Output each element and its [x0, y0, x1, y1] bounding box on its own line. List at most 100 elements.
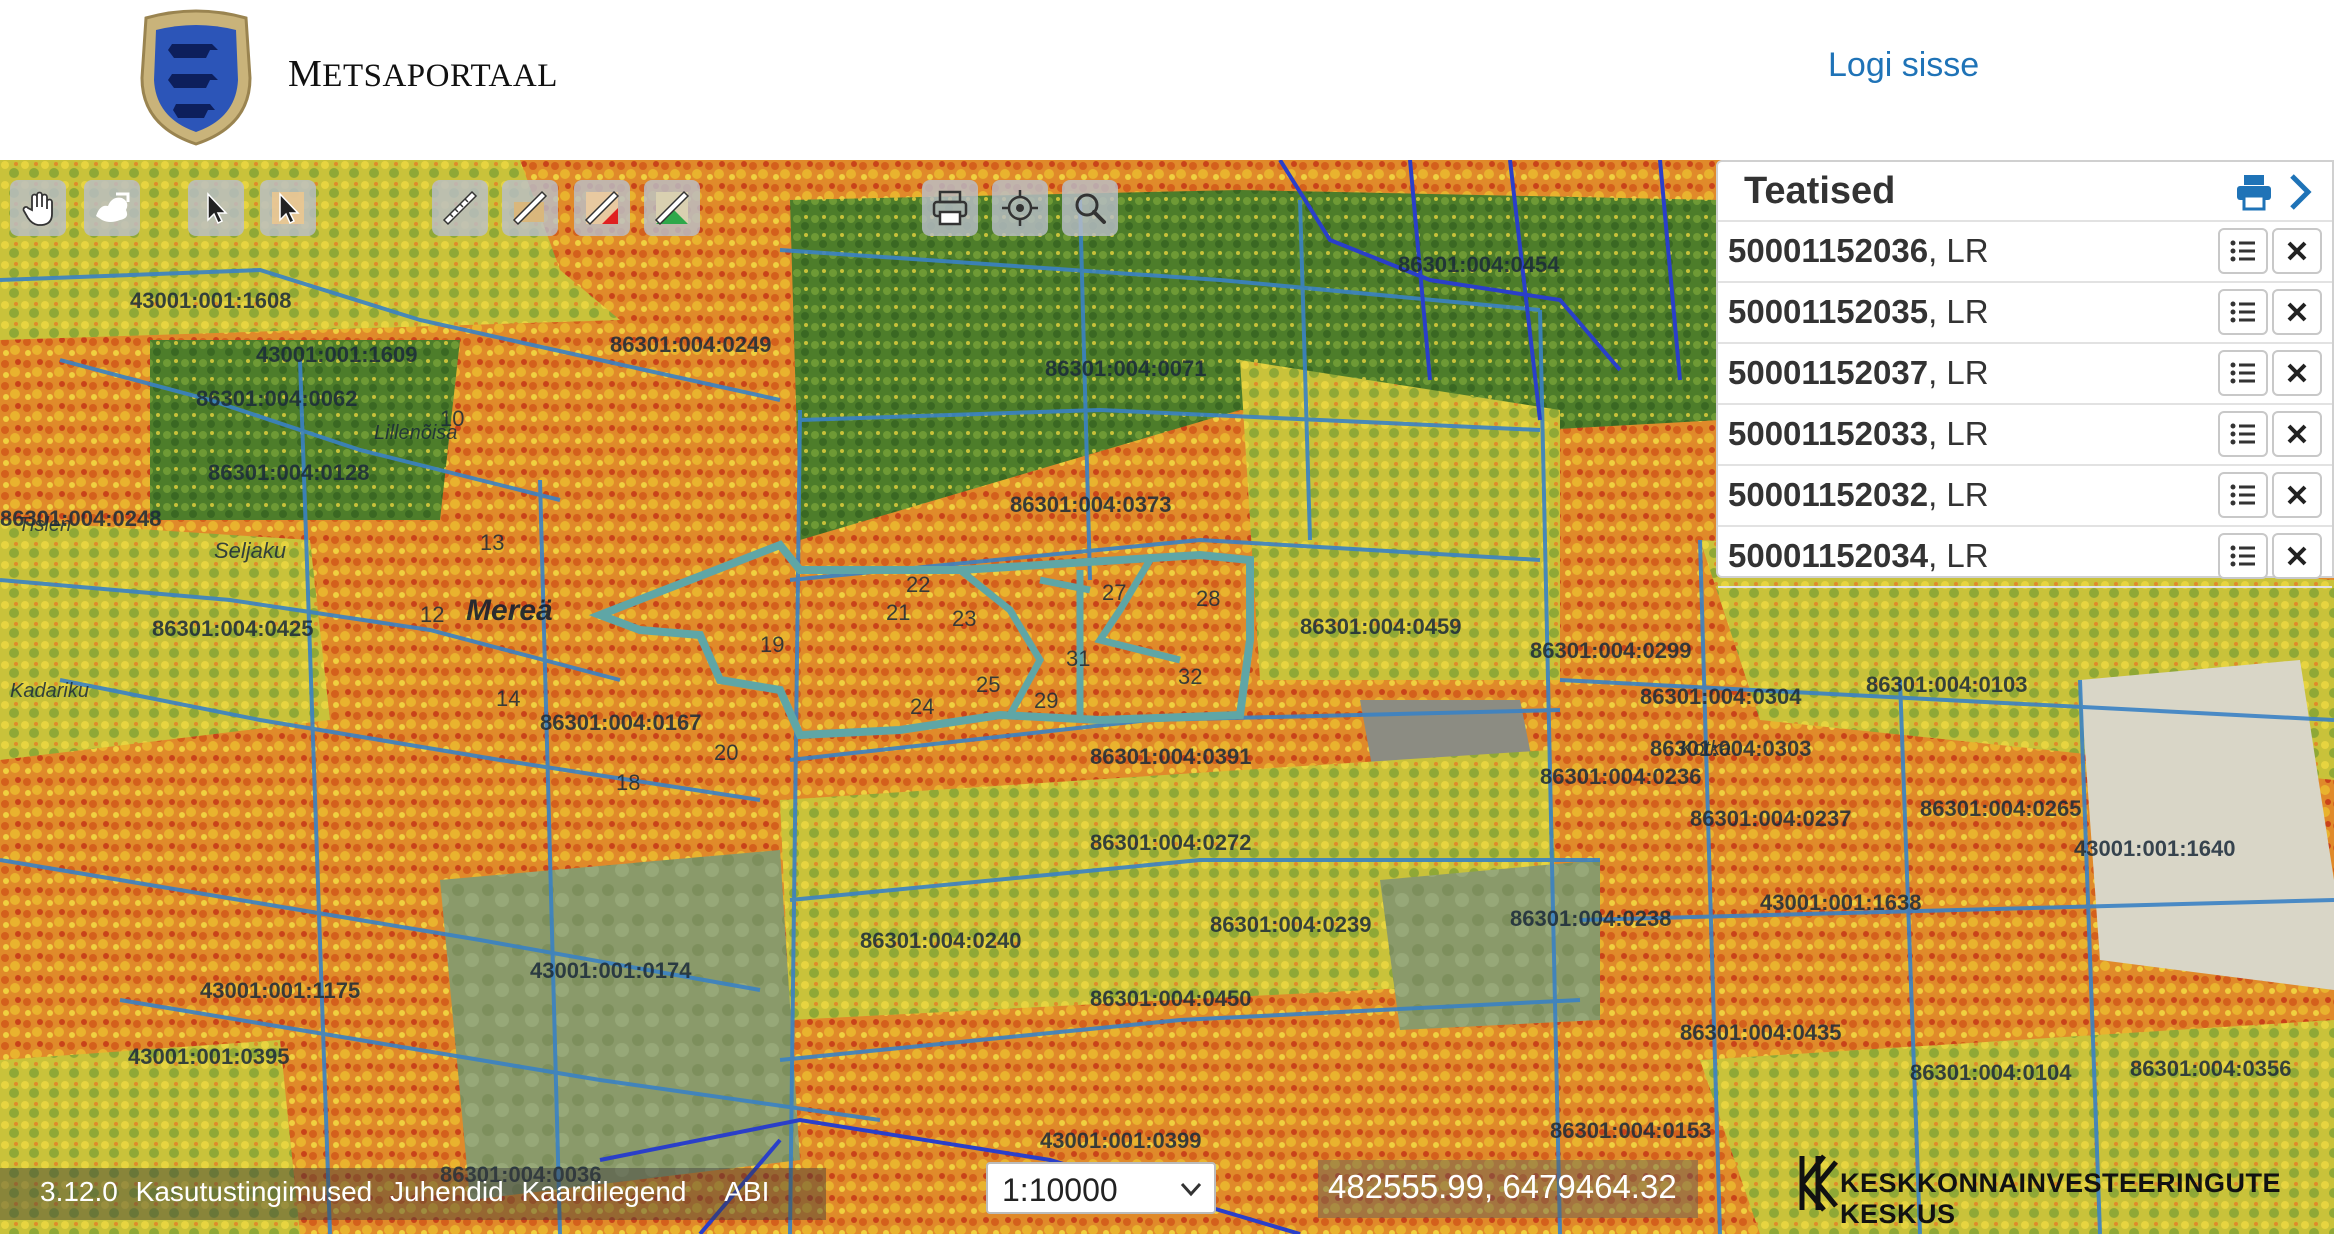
locate-button[interactable] [992, 180, 1048, 236]
search-icon [1075, 193, 1106, 224]
footer-links: 3.12.0 Kasutustingimused Juhendid Kaardi… [40, 1176, 779, 1208]
map-layers-icon [96, 192, 130, 222]
notice-type: , LR [1928, 232, 1989, 269]
notice-remove-button[interactable] [2272, 289, 2322, 335]
notice-text: 50001152032, LR [1728, 476, 1989, 514]
notice-row[interactable]: 50001152033, LR [1718, 405, 2332, 466]
map-label: 86301:004:0128 [208, 460, 370, 485]
close-icon [2287, 302, 2307, 322]
stand-number: 10 [440, 406, 465, 431]
notice-type: , LR [1928, 415, 1989, 452]
list-icon [2230, 301, 2255, 323]
notice-details-button[interactable] [2218, 350, 2268, 396]
notice-id: 50001152032 [1728, 476, 1929, 513]
list-icon [2230, 362, 2255, 384]
notice-details-button[interactable] [2218, 533, 2268, 579]
search-button[interactable] [1062, 180, 1118, 236]
notice-row[interactable]: 50001152034, LR [1718, 527, 2332, 588]
map-place-label: Kotka [1680, 738, 1732, 760]
map-label: 86301:004:0071 [1045, 356, 1207, 381]
map-label: 86301:004:0167 [540, 710, 702, 735]
legend-link[interactable]: Kaardilegend [521, 1176, 686, 1207]
notice-row[interactable]: 50001152032, LR [1718, 466, 2332, 527]
select-area-button[interactable] [260, 180, 316, 236]
notice-type: , LR [1928, 293, 1989, 330]
notice-details-button[interactable] [2218, 289, 2268, 335]
map-label: 86301:004:0239 [1210, 912, 1372, 937]
map-label: 86301:004:0356 [2130, 1056, 2292, 1081]
map-label: 86301:004:0459 [1300, 614, 1462, 639]
notice-remove-button[interactable] [2272, 472, 2322, 518]
notice-text: 50001152033, LR [1728, 415, 1989, 453]
list-icon [2230, 545, 2255, 567]
map-label: 86301:004:0062 [196, 386, 358, 411]
stand-number: 32 [1178, 664, 1203, 689]
map-place-label: Tislen [18, 514, 72, 536]
close-icon [2287, 546, 2307, 566]
list-icon [2230, 240, 2255, 262]
notices-title: Teatised [1744, 170, 1896, 212]
stand-number: 18 [616, 770, 641, 795]
map-label: 86301:004:0104 [1910, 1060, 2072, 1085]
arrow-cursor-icon [207, 192, 228, 225]
map-label: 86301:004:0238 [1510, 906, 1672, 931]
brand-title: METSAPORTAAL [288, 53, 558, 95]
map-label: 86301:004:0299 [1530, 638, 1692, 663]
login-link[interactable]: Logi sisse [1828, 46, 1979, 85]
select-tool-button[interactable] [188, 180, 244, 236]
map-label: 86301:004:0425 [152, 616, 314, 641]
map-label: 43001:001:1609 [256, 342, 418, 367]
measure-area-button[interactable] [502, 180, 558, 236]
map-place-label: Mereä [466, 594, 553, 627]
scale-value: 1:10000 [1002, 1172, 1118, 1208]
notice-row[interactable]: 50001152037, LR [1718, 344, 2332, 405]
close-icon [2287, 241, 2307, 261]
pan-tool-button[interactable] [10, 180, 66, 236]
terms-link[interactable]: Kasutustingimused [136, 1176, 373, 1207]
header: METSAPORTAAL Logi sisse [0, 0, 2334, 160]
close-icon [2287, 363, 2307, 383]
draw-green-button[interactable] [644, 180, 700, 236]
notice-remove-button[interactable] [2272, 228, 2322, 274]
map-label: 86301:004:0265 [1920, 796, 2082, 821]
coat-of-arms-logo [140, 9, 252, 146]
notice-remove-button[interactable] [2272, 411, 2322, 457]
close-icon [2287, 485, 2307, 505]
map-label: 43001:001:1608 [130, 288, 292, 313]
notice-text: 50001152035, LR [1728, 293, 1989, 331]
measure-area-icon [512, 190, 548, 226]
notice-remove-button[interactable] [2272, 533, 2322, 579]
chevron-down-icon [1180, 1182, 1202, 1197]
map-layers-button[interactable] [84, 180, 140, 236]
stand-number: 27 [1102, 580, 1127, 605]
notice-id: 50001152036 [1728, 232, 1929, 269]
close-icon [2287, 424, 2307, 444]
printer-icon [932, 190, 968, 226]
notice-id: 50001152033 [1728, 415, 1929, 452]
notice-remove-button[interactable] [2272, 350, 2322, 396]
map-label: 86301:004:0236 [1540, 764, 1702, 789]
chevron-right-icon[interactable] [2284, 172, 2316, 212]
print-button[interactable] [922, 180, 978, 236]
stand-number: 14 [496, 686, 521, 711]
notice-details-button[interactable] [2218, 411, 2268, 457]
stand-number: 20 [714, 740, 739, 765]
stand-number: 24 [910, 694, 935, 719]
notice-id: 50001152037 [1728, 354, 1929, 391]
draw-red-button[interactable] [574, 180, 630, 236]
measure-line-button[interactable] [432, 180, 488, 236]
guides-link[interactable]: Juhendid [390, 1176, 504, 1207]
map-label: 43001:001:1638 [1760, 890, 1922, 915]
notice-text: 50001152036, LR [1728, 232, 1989, 270]
map-label: 43001:001:0174 [530, 958, 692, 983]
notice-type: , LR [1928, 354, 1989, 391]
notice-row[interactable]: 50001152036, LR [1718, 222, 2332, 283]
notice-details-button[interactable] [2218, 472, 2268, 518]
printer-icon[interactable] [2234, 172, 2274, 212]
scale-select[interactable]: 1:10000 [986, 1162, 1216, 1214]
notice-id: 50001152034 [1728, 537, 1929, 574]
draw-green-icon [654, 190, 690, 226]
notice-row[interactable]: 50001152035, LR [1718, 283, 2332, 344]
notice-details-button[interactable] [2218, 228, 2268, 274]
help-link[interactable]: ABI [724, 1176, 769, 1207]
